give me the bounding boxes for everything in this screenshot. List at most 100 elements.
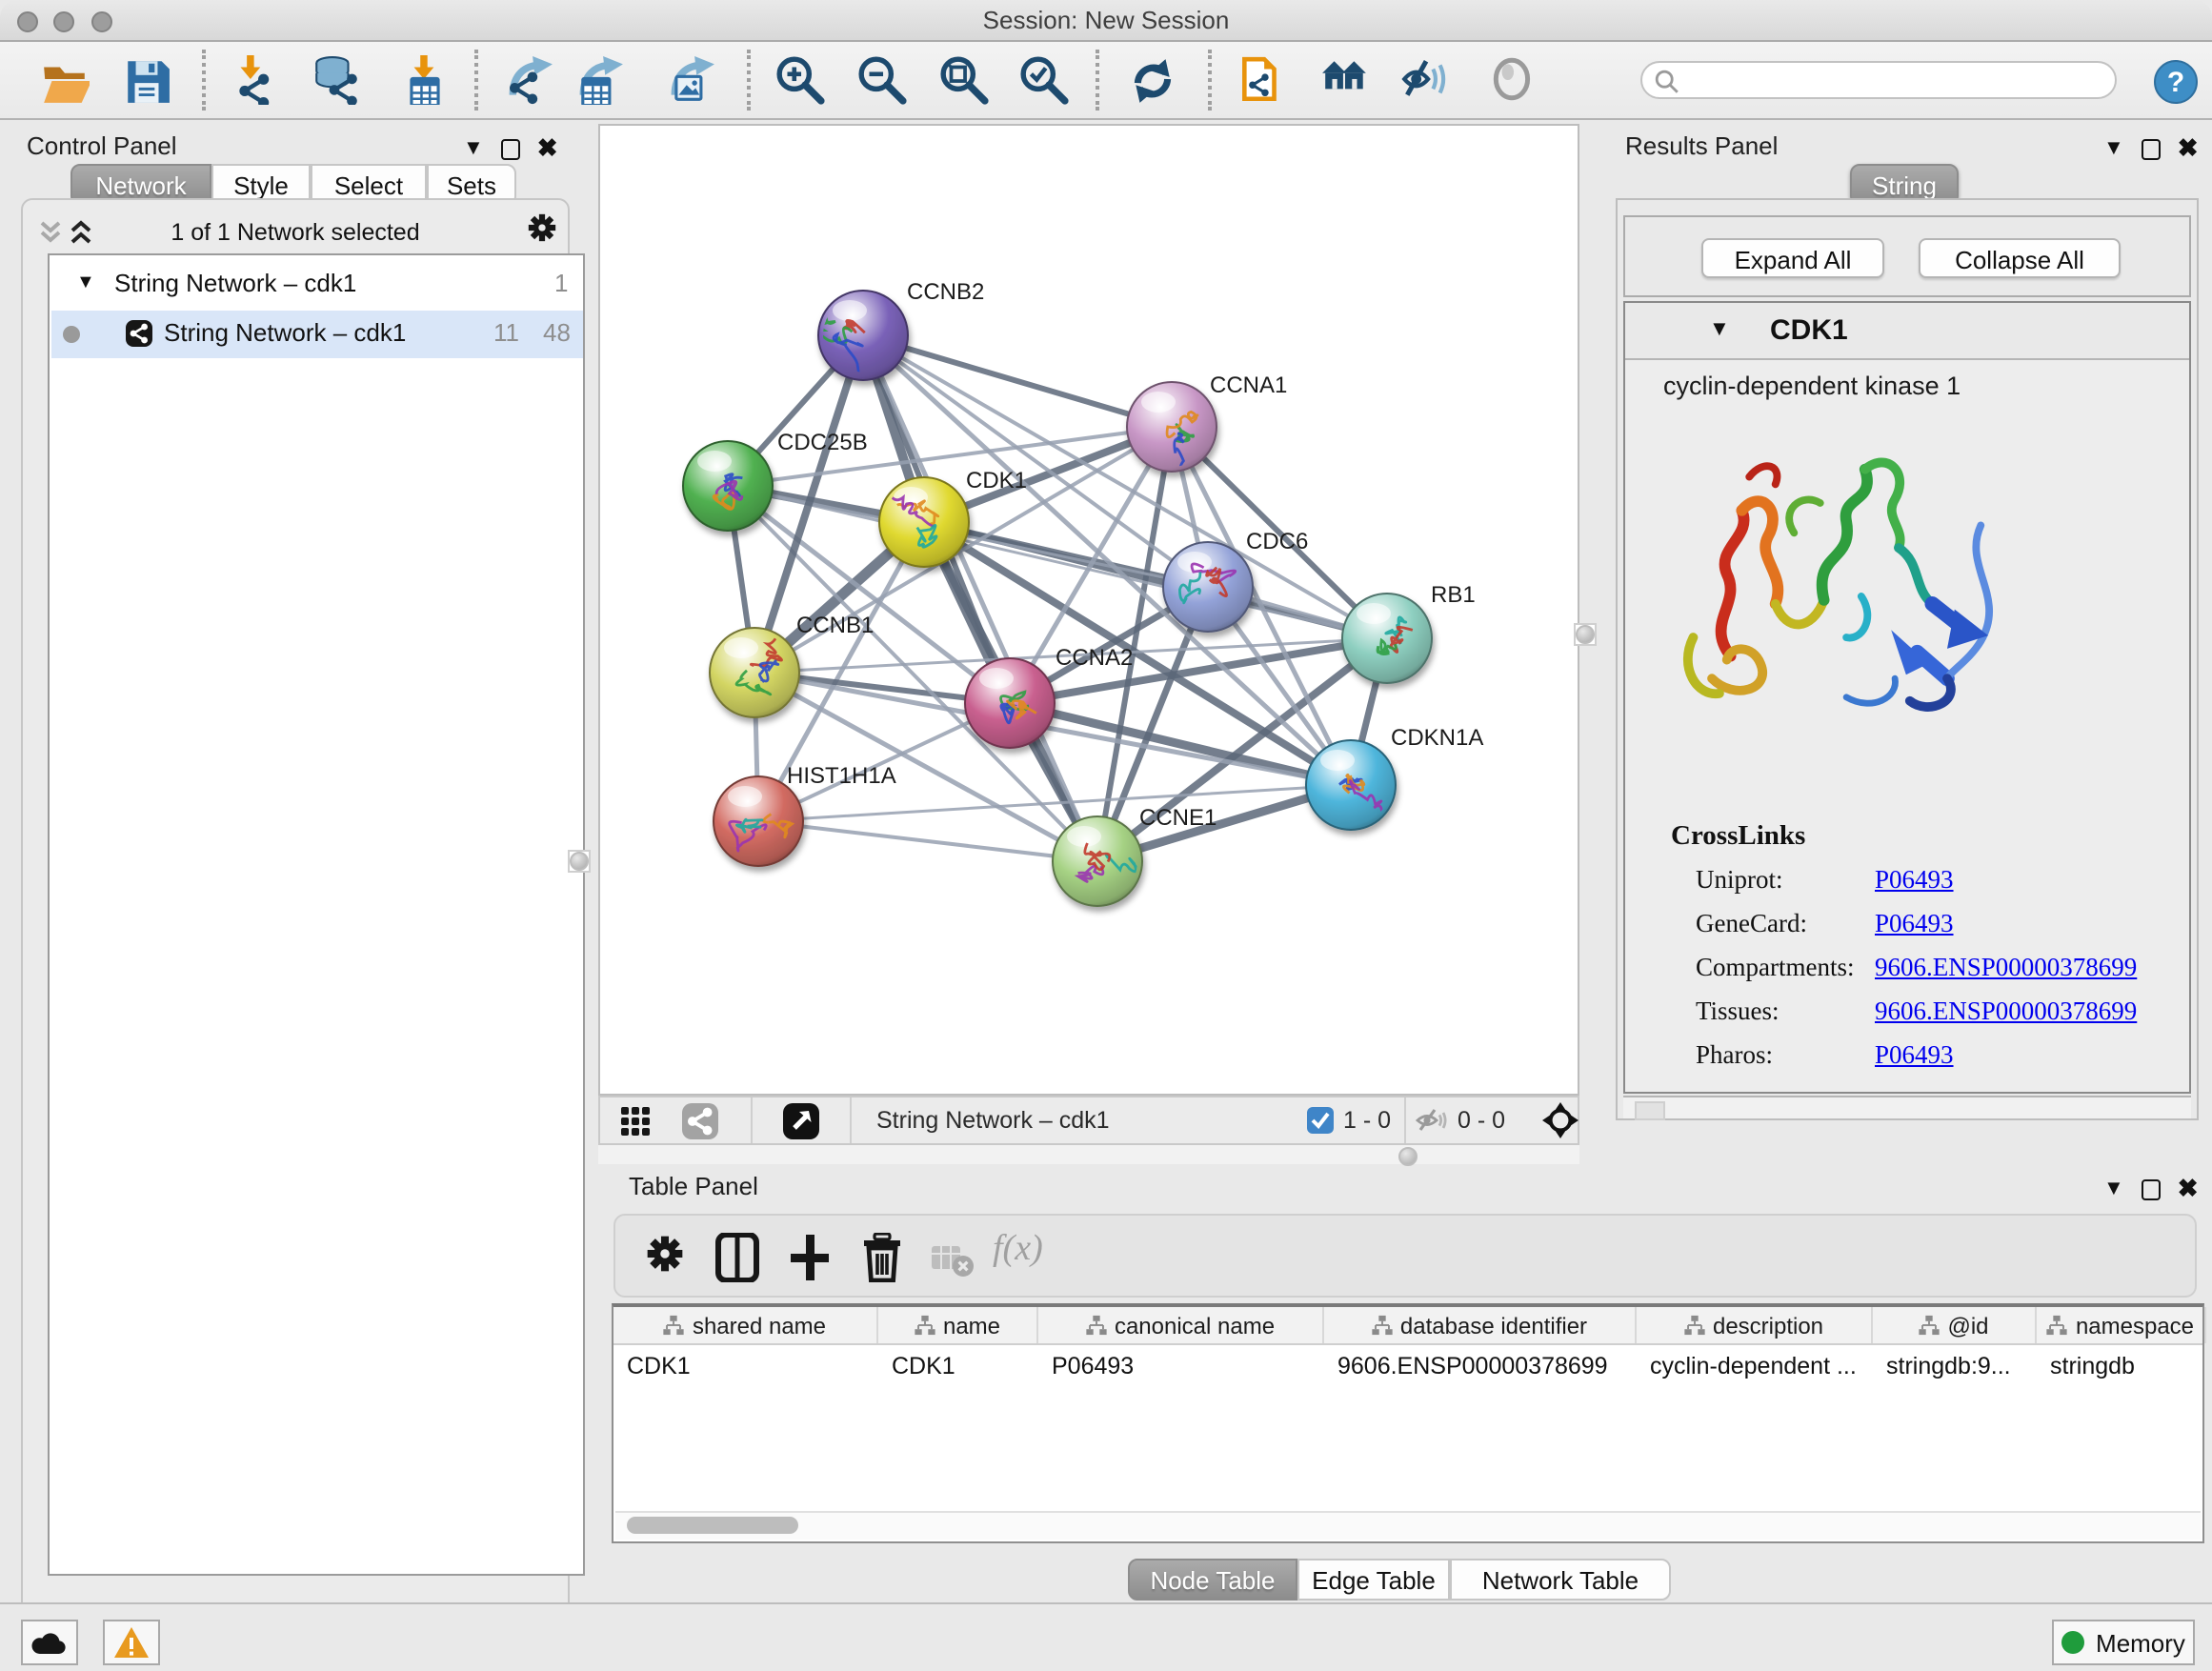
- node-CDK1[interactable]: [879, 477, 969, 567]
- expand-all-button[interactable]: Expand All: [1701, 238, 1884, 278]
- scrollbar-thumb[interactable]: [627, 1517, 798, 1534]
- table-cell[interactable]: P06493: [1038, 1353, 1324, 1383]
- edge-CCNE1-CCNB2[interactable]: [863, 335, 1097, 861]
- column-header-canonical-name[interactable]: canonical name: [1038, 1307, 1324, 1343]
- import-table-icon[interactable]: [400, 55, 453, 109]
- help-icon[interactable]: ?: [2153, 59, 2206, 112]
- node-CDC25B[interactable]: [683, 441, 773, 531]
- panel-menu-icon[interactable]: ▼: [463, 137, 484, 160]
- zoom-selected-icon[interactable]: [1019, 55, 1073, 109]
- column-header--id[interactable]: @id: [1873, 1307, 2037, 1343]
- document-share-icon[interactable]: [1237, 55, 1290, 109]
- column-header-description[interactable]: description: [1637, 1307, 1873, 1343]
- crosslink-link[interactable]: P06493: [1875, 1040, 1954, 1071]
- table-horizontal-scrollbar[interactable]: [615, 1511, 2201, 1540]
- node-CDC6[interactable]: [1163, 542, 1253, 632]
- table-cell[interactable]: 9606.ENSP00000378699: [1324, 1353, 1637, 1383]
- table-row[interactable]: CDK1CDK1P064939606.ENSP00000378699cyclin…: [613, 1353, 2202, 1383]
- network-options-gear-icon[interactable]: [526, 211, 558, 253]
- results-buttons-row: Expand All Collapse All: [1623, 215, 2191, 297]
- save-session-icon[interactable]: [122, 55, 175, 109]
- warning-icon: [112, 1625, 151, 1660]
- node-label-HIST1H1A: HIST1H1A: [787, 763, 896, 789]
- results-scroll-strip[interactable]: [1623, 1096, 2191, 1118]
- cloud-button[interactable]: [21, 1620, 78, 1665]
- panel-float-icon[interactable]: [501, 138, 520, 159]
- open-session-icon[interactable]: [40, 55, 93, 109]
- crosslink-link[interactable]: 9606.ENSP00000378699: [1875, 953, 2137, 983]
- table-settings-gear-icon[interactable]: [644, 1233, 686, 1284]
- node-CCNB2[interactable]: [818, 291, 908, 380]
- show-columns-icon[interactable]: [714, 1233, 760, 1292]
- column-header-name[interactable]: name: [878, 1307, 1038, 1343]
- panel-menu-icon[interactable]: ▼: [2103, 137, 2124, 160]
- panel-close-icon[interactable]: ✖: [2178, 133, 2199, 164]
- protein-entry-header[interactable]: ▼ CDK1: [1625, 303, 2189, 360]
- eye-hide-icon[interactable]: [1400, 55, 1454, 109]
- node-table: shared namenamecanonical namedatabase id…: [612, 1303, 2204, 1543]
- export-image-icon[interactable]: [667, 55, 720, 109]
- panel-close-icon[interactable]: ✖: [2178, 1174, 2199, 1204]
- panel-menu-icon[interactable]: ▼: [2103, 1178, 2124, 1200]
- network-list-container: 1 of 1 Network selected ▼ String Network…: [21, 198, 570, 1669]
- entry-collapse-icon[interactable]: ▼: [1709, 318, 1730, 341]
- crosslink-row: Tissues:9606.ENSP00000378699: [1696, 997, 2172, 1040]
- birds-eye-view-icon[interactable]: [1541, 1101, 1579, 1149]
- zoom-in-icon[interactable]: [775, 55, 829, 109]
- import-database-icon[interactable]: [311, 55, 364, 109]
- selected-checkbox-icon[interactable]: [1307, 1107, 1334, 1134]
- edge-CCNE1-HIST1H1A[interactable]: [758, 821, 1097, 861]
- panel-float-icon[interactable]: [2142, 138, 2161, 159]
- warnings-button[interactable]: [103, 1620, 160, 1665]
- panel-close-icon[interactable]: ✖: [537, 133, 558, 164]
- table-cell[interactable]: cyclin-dependent ...: [1637, 1353, 1873, 1383]
- left-splitter-handle[interactable]: [568, 850, 591, 873]
- node-CCNB1[interactable]: [710, 628, 799, 717]
- collection-label: String Network – cdk1: [114, 269, 356, 297]
- delete-column-trash-icon[interactable]: [859, 1233, 905, 1292]
- column-header-database-identifier[interactable]: database identifier: [1324, 1307, 1637, 1343]
- collapse-all-button[interactable]: Collapse All: [1919, 238, 2121, 278]
- memory-button[interactable]: Memory: [2052, 1620, 2195, 1665]
- import-network-icon[interactable]: [229, 55, 282, 109]
- table-cell[interactable]: stringdb:9...: [1873, 1353, 2037, 1383]
- crosslink-row: GeneCard:P06493: [1696, 909, 2172, 953]
- status-bar: Memory: [0, 1602, 2212, 1671]
- collection-expander-icon[interactable]: ▼: [76, 272, 95, 293]
- search-field[interactable]: [1684, 65, 2111, 99]
- crosslink-label: Uniprot:: [1696, 865, 1783, 894]
- search-input[interactable]: [1640, 61, 2117, 99]
- table-cell[interactable]: CDK1: [878, 1353, 1038, 1383]
- table-panel-title: Table Panel: [629, 1172, 758, 1200]
- grid-view-icon[interactable]: [621, 1107, 650, 1145]
- node-label-CCNA2: CCNA2: [1056, 645, 1133, 671]
- refresh-icon[interactable]: [1128, 55, 1181, 109]
- title-bar: Session: New Session: [0, 0, 2212, 42]
- node-RB1[interactable]: [1342, 594, 1432, 683]
- network-edge-count: 48: [543, 318, 571, 347]
- network-collection-row[interactable]: ▼ String Network – cdk1 1: [51, 265, 583, 311]
- add-column-icon[interactable]: [787, 1233, 833, 1292]
- network-canvas[interactable]: CCNB2CCNA1CDC25BCDK1CDC6RB1CCNB1CCNA2CDK…: [598, 124, 1579, 1096]
- table-cell[interactable]: stringdb: [2037, 1353, 2206, 1383]
- eye-icon[interactable]: [1488, 55, 1541, 109]
- column-header-shared-name[interactable]: shared name: [613, 1307, 878, 1343]
- cytoscape-window: Session: New Session ? Control Panel ▼ ✖…: [0, 0, 2212, 1671]
- export-network-icon[interactable]: [505, 55, 558, 109]
- network-share-view-icon[interactable]: [682, 1103, 718, 1139]
- home-icon[interactable]: [1320, 55, 1374, 109]
- crosslink-link[interactable]: 9606.ENSP00000378699: [1875, 997, 2137, 1027]
- tab-edge-table[interactable]: Edge Table: [1297, 1559, 1450, 1601]
- export-table-icon[interactable]: [575, 55, 629, 109]
- network-row-selected[interactable]: String Network – cdk1 11 48: [51, 311, 583, 358]
- table-cell[interactable]: CDK1: [613, 1353, 878, 1383]
- open-in-new-window-icon[interactable]: [783, 1103, 819, 1139]
- zoom-out-icon[interactable]: [857, 55, 911, 109]
- crosslink-link[interactable]: P06493: [1875, 909, 1954, 939]
- tab-network-table[interactable]: Network Table: [1450, 1559, 1671, 1601]
- zoom-fit-icon[interactable]: [939, 55, 993, 109]
- column-header-namespace[interactable]: namespace: [2037, 1307, 2206, 1343]
- tab-node-table[interactable]: Node Table: [1128, 1559, 1297, 1601]
- panel-float-icon[interactable]: [2142, 1178, 2161, 1199]
- crosslink-link[interactable]: P06493: [1875, 865, 1954, 896]
